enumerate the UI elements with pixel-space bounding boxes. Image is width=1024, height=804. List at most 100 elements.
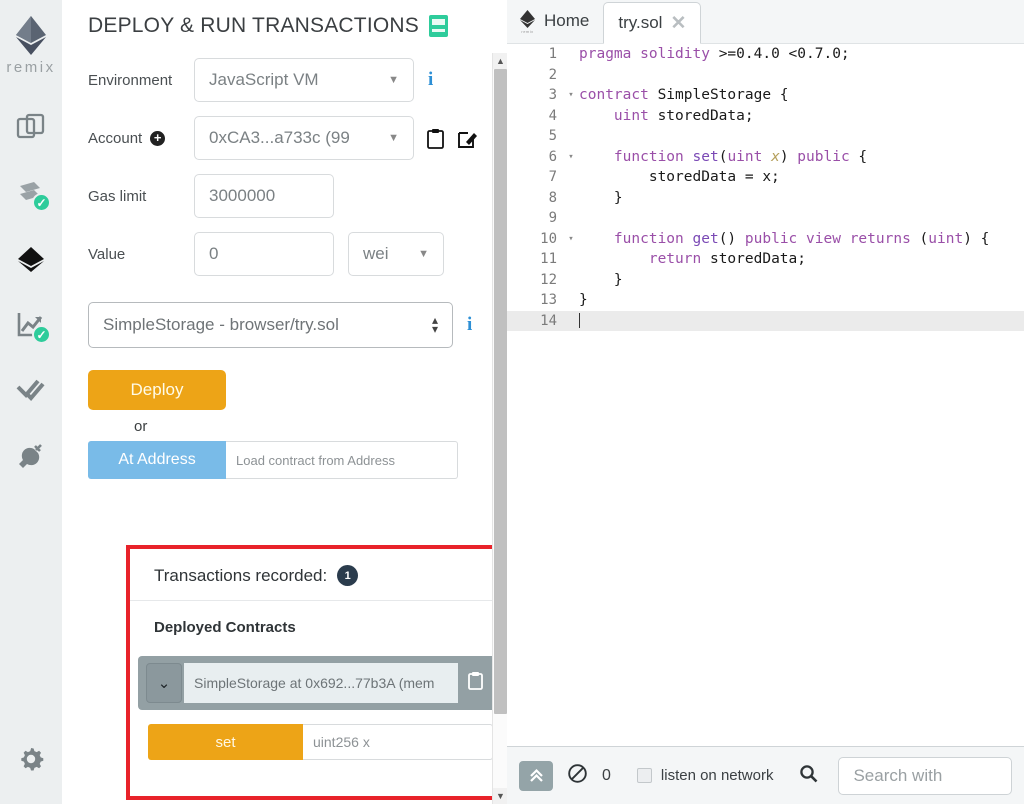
fold-marker[interactable] [563,270,579,291]
ban-icon [568,763,587,783]
code-line: 6 ▾ function set(uint x) public { [507,147,1024,168]
ethereum-icon [18,247,44,272]
code-line: 1 pragma solidity >=0.4.0 <0.7.0; [507,44,1024,65]
fold-marker[interactable]: ▾ [563,147,579,168]
value-input[interactable]: 0 [194,232,334,276]
fold-marker[interactable] [563,126,579,147]
contract-select-row: SimpleStorage - browser/try.sol ▴ ▾ i [88,302,507,348]
listen-on-network-checkbox[interactable] [636,768,652,783]
line-text: } [579,189,623,206]
environment-select[interactable]: JavaScript VM ▼ [194,58,414,102]
fold-marker[interactable] [563,249,579,270]
terminal-search-button[interactable] [799,764,818,788]
fold-marker[interactable]: ▾ [563,85,579,106]
scrollbar-thumb[interactable] [494,69,507,714]
environment-info-icon[interactable]: i [428,69,433,91]
code-editor[interactable]: 1 pragma solidity >=0.4.0 <0.7.0; 2 3 ▾ … [507,44,1024,746]
panel-scrollbar[interactable]: ▲ ▼ [492,53,507,804]
sidebar-item-deploy-run-transactions[interactable] [0,226,62,292]
value-label: Value [88,245,126,263]
fold-marker[interactable]: ▾ [563,229,579,250]
code-line: 8 } [507,188,1024,209]
sidebar-item-plugin-manager[interactable] [0,424,62,490]
gas-limit-input[interactable]: 3000000 [194,174,334,218]
line-text [579,311,580,332]
fold-marker[interactable] [563,106,579,127]
or-separator: or [134,418,148,435]
line-number: 3 [548,87,557,103]
sidebar-item-solidity-static-analysis[interactable]: ✓ [0,292,62,358]
code-line-current: 14 [507,310,1024,332]
line-number: 7 [548,169,557,185]
function-set-placeholder: uint256 x [313,734,370,750]
fold-marker[interactable] [563,311,579,332]
sidebar-item-solidity-compiler[interactable]: ✓ [0,160,62,226]
value-unit-select[interactable]: wei ▼ [348,232,444,276]
tab-close-icon[interactable]: ✕ [670,12,686,35]
plus-circle-icon[interactable]: + [150,130,166,146]
at-address-button[interactable]: At Address [88,441,226,479]
line-text: storedData = x; [579,169,780,185]
fold-marker[interactable] [563,188,579,209]
chevron-down-icon: ▼ [388,74,399,86]
tab-try-sol[interactable]: try.sol ✕ [603,2,702,44]
analysis-success-badge: ✓ [32,325,51,344]
fold-marker[interactable] [563,208,579,229]
terminal-bar: 0 listen on network Search with [507,746,1024,804]
function-set-button[interactable]: set [148,724,303,760]
line-number: 12 [540,271,557,288]
remix-logo-icon: remix [519,9,536,34]
fold-marker[interactable] [563,44,579,65]
code-line: 12 } [507,270,1024,291]
scroll-down-arrow[interactable]: ▼ [493,788,507,804]
sidebar-item-file-explorers[interactable] [0,94,62,160]
deployed-contracts-label: Deployed Contracts [154,619,296,636]
deploy-button[interactable]: Deploy [88,370,226,410]
contract-value: SimpleStorage - browser/try.sol [103,315,339,334]
edit-square-icon [458,131,477,148]
line-text: function set(uint x) public { [613,148,868,165]
instance-expand-toggle[interactable]: ⌄ [146,663,182,703]
listen-on-network-label: listen on network [660,767,774,784]
fold-marker[interactable] [563,65,579,86]
chevron-updown-icon: ▴ ▾ [431,313,438,336]
scroll-up-arrow[interactable]: ▲ [493,53,507,69]
contract-select[interactable]: SimpleStorage - browser/try.sol ▴ ▾ [88,302,453,348]
chevron-down-icon: ▼ [388,132,399,144]
line-number: 11 [540,251,557,267]
tab-home[interactable]: remix Home [507,0,603,43]
sidebar-item-debugger[interactable] [0,358,62,424]
account-copy-button[interactable] [426,128,445,149]
fold-marker[interactable] [563,167,579,188]
account-edit-button[interactable] [457,128,477,149]
environment-label: Environment [88,71,173,89]
instance-copy-button[interactable] [458,671,493,695]
instance-label[interactable]: SimpleStorage at 0x692...77b3A (mem [184,663,459,703]
transactions-recorded-header: Transactions recorded: 1 ⌄ [130,549,507,601]
sidebar-item-settings[interactable] [0,744,62,774]
line-text: pragma solidity >=0.4.0 <0.7.0; [579,46,850,62]
page-title-text: DEPLOY & RUN TRANSACTIONS [88,14,419,37]
account-select[interactable]: 0xCA3...a733c (99 ▼ [194,116,414,160]
terminal-search-input[interactable]: Search with [838,756,1012,795]
terminal-expand-button[interactable] [519,760,553,791]
terminal-pending-count: 0 [602,766,611,784]
environment-value: JavaScript VM [209,70,319,89]
terminal-search-placeholder: Search with [853,765,943,785]
fold-marker[interactable] [563,290,579,311]
editor-tab-bar: remix Home try.sol ✕ [507,0,1024,44]
at-address-input[interactable]: Load contract from Address [226,441,458,479]
remix-logo: remix [6,14,55,76]
terminal-clear-button[interactable] [567,763,588,789]
function-set-input[interactable]: uint256 x [303,724,493,760]
account-label-group: Account + [88,130,194,147]
line-text: uint storedData; [613,107,754,124]
book-icon[interactable] [428,15,448,37]
files-icon [16,113,45,139]
value-amount: 0 [209,244,219,263]
contract-info-icon[interactable]: i [467,314,472,336]
line-text: } [579,271,623,288]
line-number: 4 [548,107,557,124]
deploy-form: Environment JavaScript VM ▼ i Account + … [62,38,507,479]
gas-limit-row: Gas limit 3000000 [88,174,507,218]
